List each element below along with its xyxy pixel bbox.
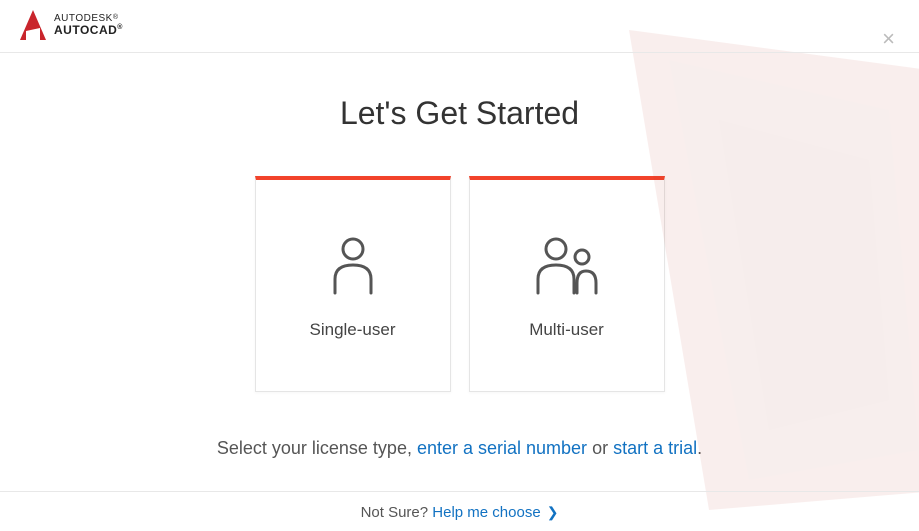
footer-prefix: Not Sure? bbox=[361, 504, 433, 521]
header: AUTODESK® AUTOCAD® × bbox=[0, 0, 919, 53]
multi-user-icon bbox=[532, 232, 602, 298]
brand-logo-block: AUTODESK® AUTOCAD® bbox=[20, 10, 123, 40]
page-title: Let's Get Started bbox=[0, 95, 919, 132]
main-content: Let's Get Started Single-user Multi-us bbox=[0, 53, 919, 459]
brand-text: AUTODESK® AUTOCAD® bbox=[54, 14, 123, 36]
single-user-card[interactable]: Single-user bbox=[255, 176, 451, 392]
chevron-right-icon: ❯ bbox=[547, 504, 559, 520]
subtext-suffix: . bbox=[697, 438, 702, 458]
enter-serial-link[interactable]: enter a serial number bbox=[417, 438, 587, 458]
single-user-label: Single-user bbox=[310, 320, 396, 340]
help-me-choose-link[interactable]: Help me choose bbox=[432, 504, 540, 521]
subtext-mid: or bbox=[587, 438, 613, 458]
single-user-icon bbox=[331, 232, 375, 298]
close-button[interactable]: × bbox=[882, 28, 895, 50]
footer: Not Sure? Help me choose ❯ bbox=[0, 491, 919, 531]
multi-user-card[interactable]: Multi-user bbox=[469, 176, 665, 392]
autocad-logo-icon bbox=[20, 10, 46, 40]
start-trial-link[interactable]: start a trial bbox=[613, 438, 697, 458]
multi-user-label: Multi-user bbox=[529, 320, 604, 340]
subtext-prefix: Select your license type, bbox=[217, 438, 417, 458]
license-cards: Single-user Multi-user bbox=[0, 176, 919, 392]
close-icon: × bbox=[882, 26, 895, 51]
subtext: Select your license type, enter a serial… bbox=[0, 438, 919, 459]
brand-line2: AUTOCAD bbox=[54, 23, 117, 37]
